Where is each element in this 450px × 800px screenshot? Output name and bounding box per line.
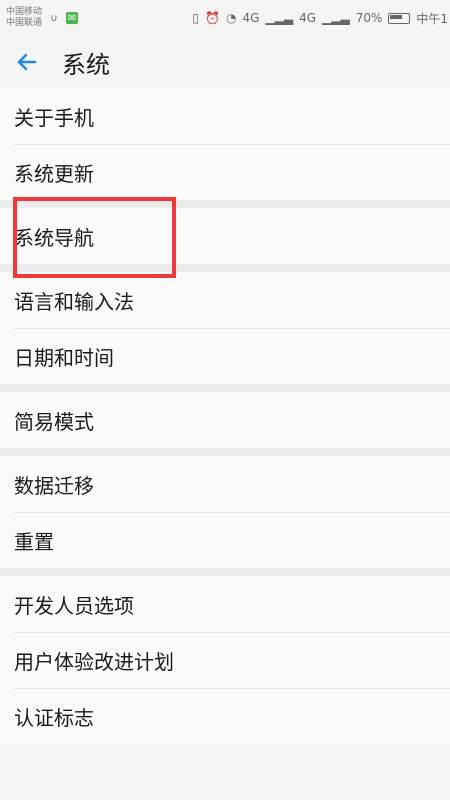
- signal-icon-2: ▁▂▃: [322, 11, 350, 25]
- settings-item-language-input[interactable]: 语言和输入法: [0, 272, 450, 328]
- group-gap: [0, 200, 450, 208]
- group-gap: [0, 264, 450, 272]
- settings-item-user-experience[interactable]: 用户体验改进计划: [0, 632, 450, 688]
- settings-item-reset[interactable]: 重置: [0, 512, 450, 568]
- network-label-1: 4G: [242, 11, 260, 25]
- carrier-2: 中国联通: [6, 18, 43, 28]
- settings-item-certification[interactable]: 认证标志: [0, 688, 450, 744]
- status-right: ▯ ⏰ ◔ 4G ▁▂▃ 4G ▁▂▃ 70% 中午1: [192, 10, 450, 27]
- wifi-icon: ◔: [225, 11, 237, 25]
- group-gap: [0, 384, 450, 392]
- settings-item-system-navigation[interactable]: 系统导航: [0, 208, 450, 264]
- settings-groups: 关于手机 系统更新 系统导航 语言和输入法 日期和时间 简易模式 数据迁移 重置…: [0, 88, 450, 744]
- vibrate-icon: ▯: [192, 11, 199, 25]
- group-gap: [0, 568, 450, 576]
- carriers: 中国移动 中国联通: [6, 7, 42, 29]
- settings-group-3: 语言和输入法 日期和时间: [0, 272, 450, 384]
- settings-item-data-migration[interactable]: 数据迁移: [0, 456, 450, 512]
- settings-item-developer-options[interactable]: 开发人员选项: [0, 576, 450, 632]
- page-title: 系统: [62, 50, 110, 79]
- carrier-1: 中国移动: [6, 7, 43, 17]
- group-gap: [0, 448, 450, 456]
- settings-item-about-phone[interactable]: 关于手机: [0, 88, 450, 144]
- battery-icon: [388, 12, 411, 24]
- status-time: 中午1: [416, 11, 448, 26]
- signal-icon-1: ▁▂▃: [265, 11, 294, 25]
- arrow-left-icon[interactable]: [14, 49, 40, 75]
- settings-item-date-time[interactable]: 日期和时间: [0, 328, 450, 384]
- link-icon: ∪: [50, 12, 58, 24]
- settings-group-1: 关于手机 系统更新: [0, 88, 450, 200]
- settings-group-5: 数据迁移 重置: [0, 456, 450, 568]
- status-left: 中国移动 中国联通 ∪ ✉: [0, 7, 79, 29]
- network-label-2: 4G: [299, 11, 316, 25]
- settings-item-system-update[interactable]: 系统更新: [0, 144, 450, 200]
- status-bar: 中国移动 中国联通 ∪ ✉ ▯ ⏰ ◔ 4G ▁▂▃ 4G ▁▂▃ 70% 中午…: [0, 0, 450, 36]
- alarm-icon: ⏰: [205, 11, 220, 25]
- settings-group-6: 开发人员选项 用户体验改进计划 认证标志: [0, 576, 450, 744]
- battery-percent: 70%: [355, 11, 383, 25]
- header: 系统: [0, 36, 450, 88]
- settings-group-2: 系统导航: [0, 208, 450, 264]
- settings-group-4: 简易模式: [0, 392, 450, 448]
- message-icon: ✉: [66, 12, 79, 24]
- settings-item-simple-mode[interactable]: 简易模式: [0, 392, 450, 448]
- screen: 中国移动 中国联通 ∪ ✉ ▯ ⏰ ◔ 4G ▁▂▃ 4G ▁▂▃ 70% 中午…: [0, 0, 450, 800]
